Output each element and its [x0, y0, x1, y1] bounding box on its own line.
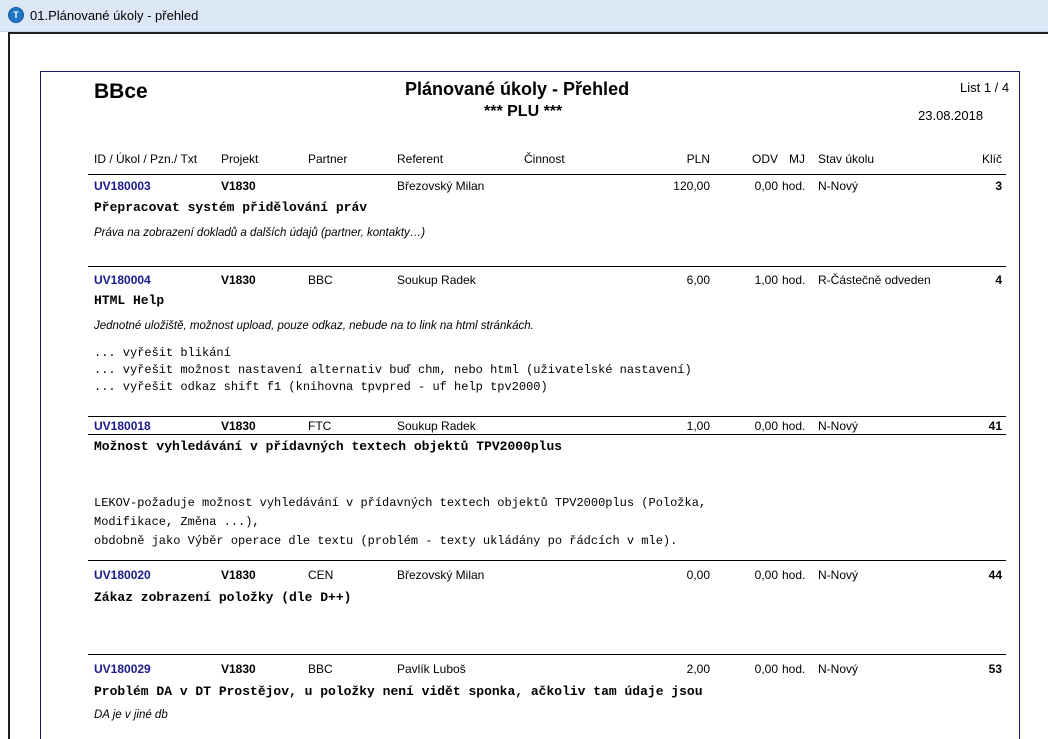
task-pln: 1,00 [686, 419, 710, 433]
task-referent: Březovský Milan [397, 568, 485, 582]
task-mj: hod. [782, 662, 806, 676]
task-status: N-Nový [818, 662, 859, 676]
row-separator [88, 174, 1006, 175]
task-id: UV180020 [94, 568, 151, 582]
task-id: UV180004 [94, 273, 151, 287]
task-mj: hod. [782, 273, 806, 287]
task-referent: Pavlík Luboš [397, 662, 466, 676]
window-title: 01.Plánované úkoly - přehled [30, 8, 199, 23]
task-text-line: ... vyřešit možnost nastavení alternativ… [94, 363, 692, 377]
task-referent: Soukup Radek [397, 273, 476, 287]
task-note: Jednotné uložiště, možnost upload, pouze… [94, 320, 534, 332]
row-separator [88, 654, 1006, 655]
task-subject: Problém DA v DT Prostějov, u položky nen… [94, 684, 703, 699]
task-key: 53 [988, 662, 1002, 676]
task-text-line: obdobně jako Výběr operace dle textu (pr… [94, 534, 678, 548]
task-project: V1830 [221, 662, 256, 676]
task-text-line: LEKOV-požaduje možnost vyhledávání v pří… [94, 496, 707, 510]
col-header-odv: ODV [751, 152, 778, 166]
task-mj: hod. [782, 568, 806, 582]
task-subject: Možnost vyhledávání v přídavných textech… [94, 439, 563, 454]
col-header-status: Stav úkolu [818, 152, 875, 166]
company-name: BBce [94, 80, 148, 103]
task-partner: CEN [308, 568, 334, 582]
task-subject: HTML Help [94, 293, 165, 308]
task-mj: hod. [782, 419, 806, 433]
task-id: UV180029 [94, 662, 151, 676]
col-header-partner: Partner [308, 152, 348, 166]
report-subtitle: *** PLU *** [484, 103, 563, 120]
col-header-key: Klíč [981, 152, 1002, 166]
task-key: 41 [988, 419, 1002, 433]
row-separator-thin [88, 434, 1006, 435]
sheet-number: List 1 / 4 [960, 80, 1010, 95]
report-page [40, 71, 1020, 739]
task-pln: 6,00 [686, 273, 710, 287]
task-key: 44 [988, 568, 1002, 582]
task-project: V1830 [221, 419, 256, 433]
task-pln: 120,00 [673, 179, 710, 193]
task-odv: 1,00 [754, 273, 778, 287]
task-status: N-Nový [818, 568, 859, 582]
col-header-referent: Referent [397, 152, 444, 166]
task-project: V1830 [221, 179, 256, 193]
task-text-line: ... vyřešit odkaz shift f1 (knihovna tpv… [94, 380, 548, 394]
app-icon: T [8, 7, 24, 23]
task-note: Práva na zobrazení dokladů a dalších úda… [94, 227, 426, 239]
task-note: DA je v jiné db [94, 709, 168, 721]
task-pln: 0,00 [686, 568, 710, 582]
row-separator [88, 416, 1006, 417]
task-pln: 2,00 [686, 662, 710, 676]
task-odv: 0,00 [754, 179, 778, 193]
task-id: UV180003 [94, 179, 151, 193]
task-text-line: ... vyřešit blikání [94, 346, 231, 360]
task-odv: 0,00 [754, 419, 778, 433]
report-title: Plánované úkoly - Přehled [405, 79, 630, 99]
task-referent: Soukup Radek [397, 419, 476, 433]
task-subject: Zákaz zobrazení položky (dle D++) [94, 590, 352, 605]
task-status: N-Nový [818, 419, 859, 433]
task-status: R-Částečně odveden [818, 273, 931, 287]
col-header-activity: Činnost [524, 152, 565, 166]
task-subject: Přepracovat systém přidělování práv [94, 200, 368, 215]
task-partner: BBC [308, 662, 333, 676]
col-header-project: Projekt [221, 152, 259, 166]
task-partner: FTC [308, 419, 332, 433]
task-referent: Březovský Milan [397, 179, 485, 193]
task-status: N-Nový [818, 179, 859, 193]
task-id: UV180018 [94, 419, 151, 433]
task-key: 3 [995, 179, 1002, 193]
task-project: V1830 [221, 568, 256, 582]
task-partner: BBC [308, 273, 333, 287]
task-key: 4 [995, 273, 1002, 287]
window-titlebar: T 01.Plánované úkoly - přehled [0, 0, 1048, 32]
col-header-mj: MJ [789, 152, 805, 166]
task-odv: 0,00 [754, 662, 778, 676]
task-text-line: Modifikace, Změna ...), [94, 515, 260, 529]
col-header-id: ID / Úkol / Pzn./ Txt [94, 152, 198, 166]
row-separator [88, 560, 1006, 561]
task-mj: hod. [782, 179, 806, 193]
task-project: V1830 [221, 273, 256, 287]
report-date: 23.08.2018 [918, 108, 984, 123]
row-separator [88, 266, 1006, 267]
col-header-pln: PLN [686, 152, 710, 166]
task-odv: 0,00 [754, 568, 778, 582]
